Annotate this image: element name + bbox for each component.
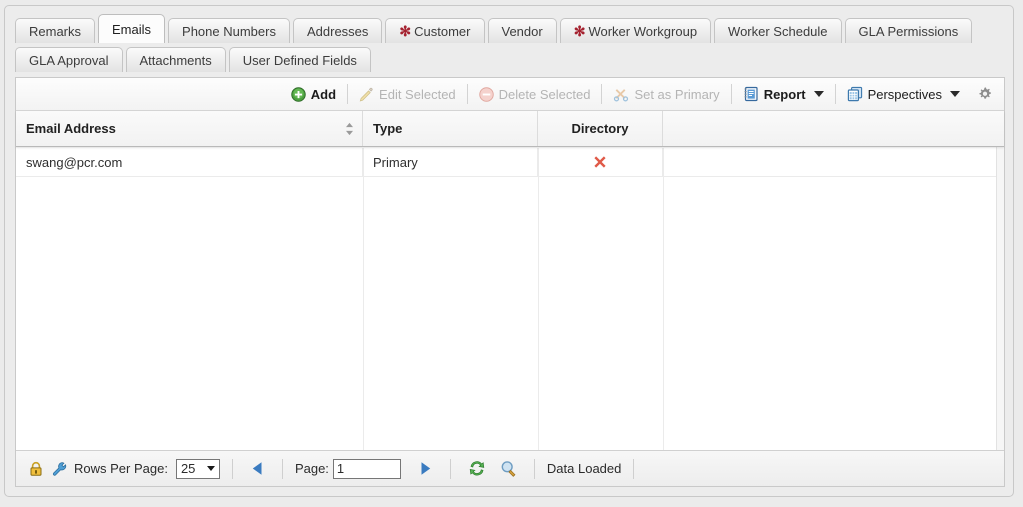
chevron-down-icon[interactable] xyxy=(950,91,960,97)
tab-strip: Remarks Emails Phone Numbers Addresses ✻… xyxy=(5,6,1013,72)
tab-label: Attachments xyxy=(139,52,212,68)
next-page-button[interactable] xyxy=(405,461,438,476)
vertical-scrollbar[interactable] xyxy=(996,112,1004,450)
tab-label: Phone Numbers xyxy=(182,23,276,39)
column-header-email-address[interactable]: Email Address xyxy=(16,111,363,146)
grid-body[interactable]: swang@pcr.com Primary xyxy=(16,148,1004,450)
rows-per-page-label: Rows Per Page: xyxy=(74,461,168,476)
tab-label: User Defined Fields xyxy=(242,52,357,68)
tab-remarks[interactable]: Remarks xyxy=(15,18,96,43)
column-header-label: Email Address xyxy=(26,121,116,136)
column-divider xyxy=(663,148,664,450)
gear-icon xyxy=(977,86,993,102)
column-divider xyxy=(363,148,364,450)
report-button[interactable]: Report xyxy=(735,81,832,107)
rows-per-page-select[interactable]: 25 xyxy=(175,458,220,479)
column-header-label: Directory xyxy=(571,121,629,136)
chevron-down-icon[interactable] xyxy=(813,91,824,97)
tab-label: GLA Approval xyxy=(29,52,109,68)
footer-divider xyxy=(231,458,233,479)
tab-row-1: Remarks Emails Phone Numbers Addresses ✻… xyxy=(15,13,1013,43)
tab-label: GLA Permissions xyxy=(858,23,959,39)
footer-divider xyxy=(633,458,635,479)
grid-header-row: Email Address Type Directory xyxy=(16,111,1004,147)
toolbar-divider xyxy=(347,84,349,104)
tab-user-defined-fields[interactable]: User Defined Fields xyxy=(228,47,371,72)
column-header-type[interactable]: Type xyxy=(363,111,538,146)
edit-selected-button[interactable]: Edit Selected xyxy=(351,81,464,107)
add-label: Add xyxy=(310,86,337,102)
grid-settings-button[interactable] xyxy=(968,81,998,107)
tab-gla-permissions[interactable]: GLA Permissions xyxy=(844,18,973,43)
column-divider xyxy=(538,148,539,450)
cell-type: Primary xyxy=(363,148,538,176)
tab-label: Emails xyxy=(112,21,152,37)
set-as-primary-button[interactable]: Set as Primary xyxy=(605,81,727,107)
sort-indicator-icon[interactable] xyxy=(345,121,354,136)
tab-gla-approval[interactable]: GLA Approval xyxy=(15,47,123,72)
cell-extra xyxy=(663,148,1003,176)
chevron-down-icon xyxy=(206,466,215,471)
pencil-icon xyxy=(359,87,374,102)
table-row[interactable]: swang@pcr.com Primary xyxy=(16,148,1004,177)
cell-email-address: swang@pcr.com xyxy=(16,148,363,176)
tab-worker-workgroup[interactable]: ✻ Worker Workgroup xyxy=(559,18,712,43)
scissors-icon xyxy=(613,87,629,102)
footer-divider xyxy=(281,458,283,479)
column-header-label: Type xyxy=(373,121,403,136)
previous-page-button[interactable] xyxy=(245,461,270,476)
tab-label: Worker Schedule xyxy=(728,23,828,39)
wrench-icon[interactable] xyxy=(50,461,70,477)
toolbar-divider xyxy=(466,84,468,104)
tab-vendor[interactable]: Vendor xyxy=(487,18,557,43)
emails-grid-panel: Add Edit Selected Delete Selected Set as… xyxy=(15,77,1005,487)
perspectives-label: Perspectives xyxy=(867,86,942,102)
report-book-icon xyxy=(743,86,759,102)
tab-phone-numbers[interactable]: Phone Numbers xyxy=(168,18,290,43)
cell-directory xyxy=(538,148,663,176)
tab-label: Customer xyxy=(414,23,471,39)
footer-divider xyxy=(533,458,535,479)
tab-attachments[interactable]: Attachments xyxy=(125,47,226,72)
toolbar-divider xyxy=(834,84,836,104)
grid-pager-footer: Rows Per Page: 25 Page: 1 Data Loaded xyxy=(16,450,1004,486)
perspectives-button[interactable]: Perspectives xyxy=(839,81,968,107)
add-circle-icon xyxy=(291,86,306,102)
add-button[interactable]: Add xyxy=(283,81,344,107)
tab-label: Remarks xyxy=(29,23,82,39)
lock-icon[interactable] xyxy=(26,461,46,477)
tab-customer[interactable]: ✻ Customer xyxy=(385,18,485,43)
footer-divider xyxy=(449,458,451,479)
report-label: Report xyxy=(763,86,806,102)
perspectives-grid-icon xyxy=(847,86,863,102)
refresh-icon[interactable] xyxy=(463,460,491,477)
toolbar-divider xyxy=(601,84,603,104)
rows-per-page-value: 25 xyxy=(180,461,196,476)
required-asterisk-icon: ✻ xyxy=(573,23,586,39)
toolbar-divider xyxy=(730,84,732,104)
tab-emails[interactable]: Emails xyxy=(98,14,166,43)
column-header-blank[interactable] xyxy=(663,111,1003,146)
tab-label: Worker Workgroup xyxy=(588,23,698,39)
grid-toolbar: Add Edit Selected Delete Selected Set as… xyxy=(16,78,1004,111)
page-label: Page: xyxy=(294,461,329,476)
delete-selected-label: Delete Selected xyxy=(498,86,591,102)
tab-label: Vendor xyxy=(501,23,543,39)
search-icon[interactable] xyxy=(495,460,522,477)
delete-selected-button[interactable]: Delete Selected xyxy=(471,81,599,107)
column-header-directory[interactable]: Directory xyxy=(538,111,663,146)
page-number-input[interactable] xyxy=(332,458,401,479)
tab-addresses[interactable]: Addresses xyxy=(292,18,383,43)
delete-circle-icon xyxy=(478,86,494,102)
edit-selected-label: Edit Selected xyxy=(379,86,456,102)
red-x-icon xyxy=(592,154,608,170)
set-as-primary-label: Set as Primary xyxy=(634,86,720,102)
status-text: Data Loaded xyxy=(546,461,622,476)
required-asterisk-icon: ✻ xyxy=(399,23,412,39)
tab-label: Addresses xyxy=(306,23,369,39)
emails-panel: Remarks Emails Phone Numbers Addresses ✻… xyxy=(4,5,1014,497)
tab-worker-schedule[interactable]: Worker Schedule xyxy=(714,18,842,43)
tab-row-2: GLA Approval Attachments User Defined Fi… xyxy=(15,42,1013,72)
